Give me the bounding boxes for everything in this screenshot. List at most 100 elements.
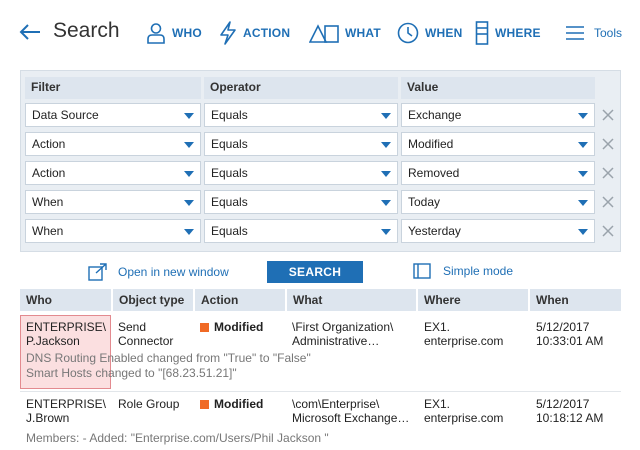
nav-who[interactable]: WHO: [146, 18, 202, 48]
operator-select[interactable]: Equals: [204, 190, 398, 214]
action-label: Modified: [214, 320, 264, 334]
filter-select-value: When: [32, 224, 64, 238]
lightning-icon: [220, 21, 236, 45]
operator-select-value: Equals: [211, 108, 248, 122]
dropdown-caret-icon: [381, 113, 391, 119]
what-path: \com\Enterprise\: [292, 397, 380, 411]
dropdown-caret-icon: [578, 142, 588, 148]
value-select[interactable]: Modified: [401, 132, 595, 156]
action-badge: Modified: [200, 397, 263, 411]
column-header-what[interactable]: What: [287, 289, 416, 311]
dropdown-caret-icon: [184, 229, 194, 235]
who-domain: ENTERPRISE\: [26, 320, 107, 334]
shapes-icon: [309, 24, 339, 43]
action-badge: Modified: [200, 320, 263, 334]
operator-select-value: Equals: [211, 195, 248, 209]
operator-select-value: Equals: [211, 137, 248, 151]
column-header-who[interactable]: Who: [20, 289, 111, 311]
remove-filter-close-icon[interactable]: [600, 107, 616, 123]
value-select[interactable]: Today: [401, 190, 595, 214]
nav-where[interactable]: WHERE: [475, 18, 541, 48]
hamburger-icon: [566, 26, 584, 40]
where-host: EX1.: [424, 320, 451, 334]
external-window-icon: [88, 263, 107, 281]
remove-filter-close-icon[interactable]: [600, 194, 616, 210]
server-icon: [475, 21, 489, 45]
modified-marker-icon: [200, 399, 209, 409]
nav-when-label: WHEN: [425, 26, 463, 40]
value-select-value: Yesterday: [408, 224, 461, 238]
filter-select-value: Data Source: [32, 108, 99, 122]
filter-select-value: Action: [32, 137, 66, 151]
tools-label: Tools: [594, 26, 623, 40]
filter-select[interactable]: Action: [25, 132, 201, 156]
simple-mode-label: Simple mode: [443, 264, 514, 278]
open-in-new-window-link[interactable]: Open in new window: [88, 263, 229, 281]
dropdown-caret-icon: [381, 171, 391, 177]
column-header-when[interactable]: When: [530, 289, 621, 311]
operator-select[interactable]: Equals: [204, 219, 398, 243]
dropdown-caret-icon: [381, 142, 391, 148]
value-select[interactable]: Exchange: [401, 103, 595, 127]
nav-action-label: ACTION: [243, 26, 291, 40]
change-detail: Members: - Added: "Enterprise.com/Users/…: [26, 431, 329, 445]
dropdown-caret-icon: [578, 229, 588, 235]
value-select[interactable]: Yesterday: [401, 219, 595, 243]
what-path: Administrative…: [292, 334, 380, 348]
remove-filter-close-icon[interactable]: [600, 223, 616, 239]
operator-select-value: Equals: [211, 166, 248, 180]
nav-when[interactable]: WHEN: [397, 18, 462, 48]
search-button[interactable]: SEARCH: [267, 261, 363, 283]
filter-select[interactable]: Data Source: [25, 103, 201, 127]
filter-select[interactable]: When: [25, 219, 201, 243]
value-select-value: Modified: [408, 137, 454, 151]
dropdown-caret-icon: [184, 171, 194, 177]
what-path: \First Organization\: [292, 320, 394, 334]
operator-column-header: Operator: [204, 77, 398, 99]
simple-mode-link[interactable]: Simple mode: [413, 263, 513, 279]
value-column-header: Value: [401, 77, 595, 99]
dropdown-caret-icon: [381, 200, 391, 206]
dropdown-caret-icon: [578, 200, 588, 206]
simple-mode-icon: [413, 263, 431, 279]
dropdown-caret-icon: [184, 113, 194, 119]
dropdown-caret-icon: [578, 171, 588, 177]
filter-select[interactable]: When: [25, 190, 201, 214]
value-select-value: Exchange: [408, 108, 462, 122]
nav-what[interactable]: WHAT: [309, 18, 381, 48]
operator-select-value: Equals: [211, 224, 248, 238]
remove-filter-close-icon[interactable]: [600, 165, 616, 181]
column-header-where[interactable]: Where: [418, 289, 528, 311]
object-type-line: Connector: [118, 334, 174, 348]
nav-action[interactable]: ACTION: [219, 18, 290, 48]
value-select[interactable]: Removed: [401, 161, 595, 185]
dropdown-caret-icon: [184, 142, 194, 148]
operator-select[interactable]: Equals: [204, 132, 398, 156]
dropdown-caret-icon: [381, 229, 391, 235]
page-title: Search: [53, 19, 120, 42]
filter-select-value: Action: [32, 166, 66, 180]
when-date: 5/12/2017: [536, 397, 590, 411]
nav-who-label: WHO: [172, 26, 202, 40]
column-header-object-type[interactable]: Object type: [113, 289, 193, 311]
operator-select[interactable]: Equals: [204, 161, 398, 185]
dropdown-caret-icon: [184, 200, 194, 206]
column-header-action[interactable]: Action: [195, 289, 285, 311]
clock-icon: [397, 22, 419, 44]
what-path: Microsoft Exchange…: [292, 411, 410, 425]
modified-marker-icon: [200, 322, 209, 332]
where-host: enterprise.com: [424, 334, 504, 348]
action-label: Modified: [214, 397, 264, 411]
tools-menu[interactable]: Tools: [566, 18, 622, 48]
row-divider: [20, 391, 621, 392]
filter-select[interactable]: Action: [25, 161, 201, 185]
nav-where-label: WHERE: [495, 26, 541, 40]
back-button[interactable]: [18, 20, 42, 44]
object-type-line: Send: [118, 320, 147, 334]
change-detail: DNS Routing Enabled changed from "True" …: [26, 351, 311, 365]
where-host: enterprise.com: [424, 411, 504, 425]
filter-panel: Filter Operator Value Data Source Equals…: [20, 70, 621, 252]
who-user: P.Jackson: [26, 334, 80, 348]
remove-filter-close-icon[interactable]: [600, 136, 616, 152]
operator-select[interactable]: Equals: [204, 103, 398, 127]
